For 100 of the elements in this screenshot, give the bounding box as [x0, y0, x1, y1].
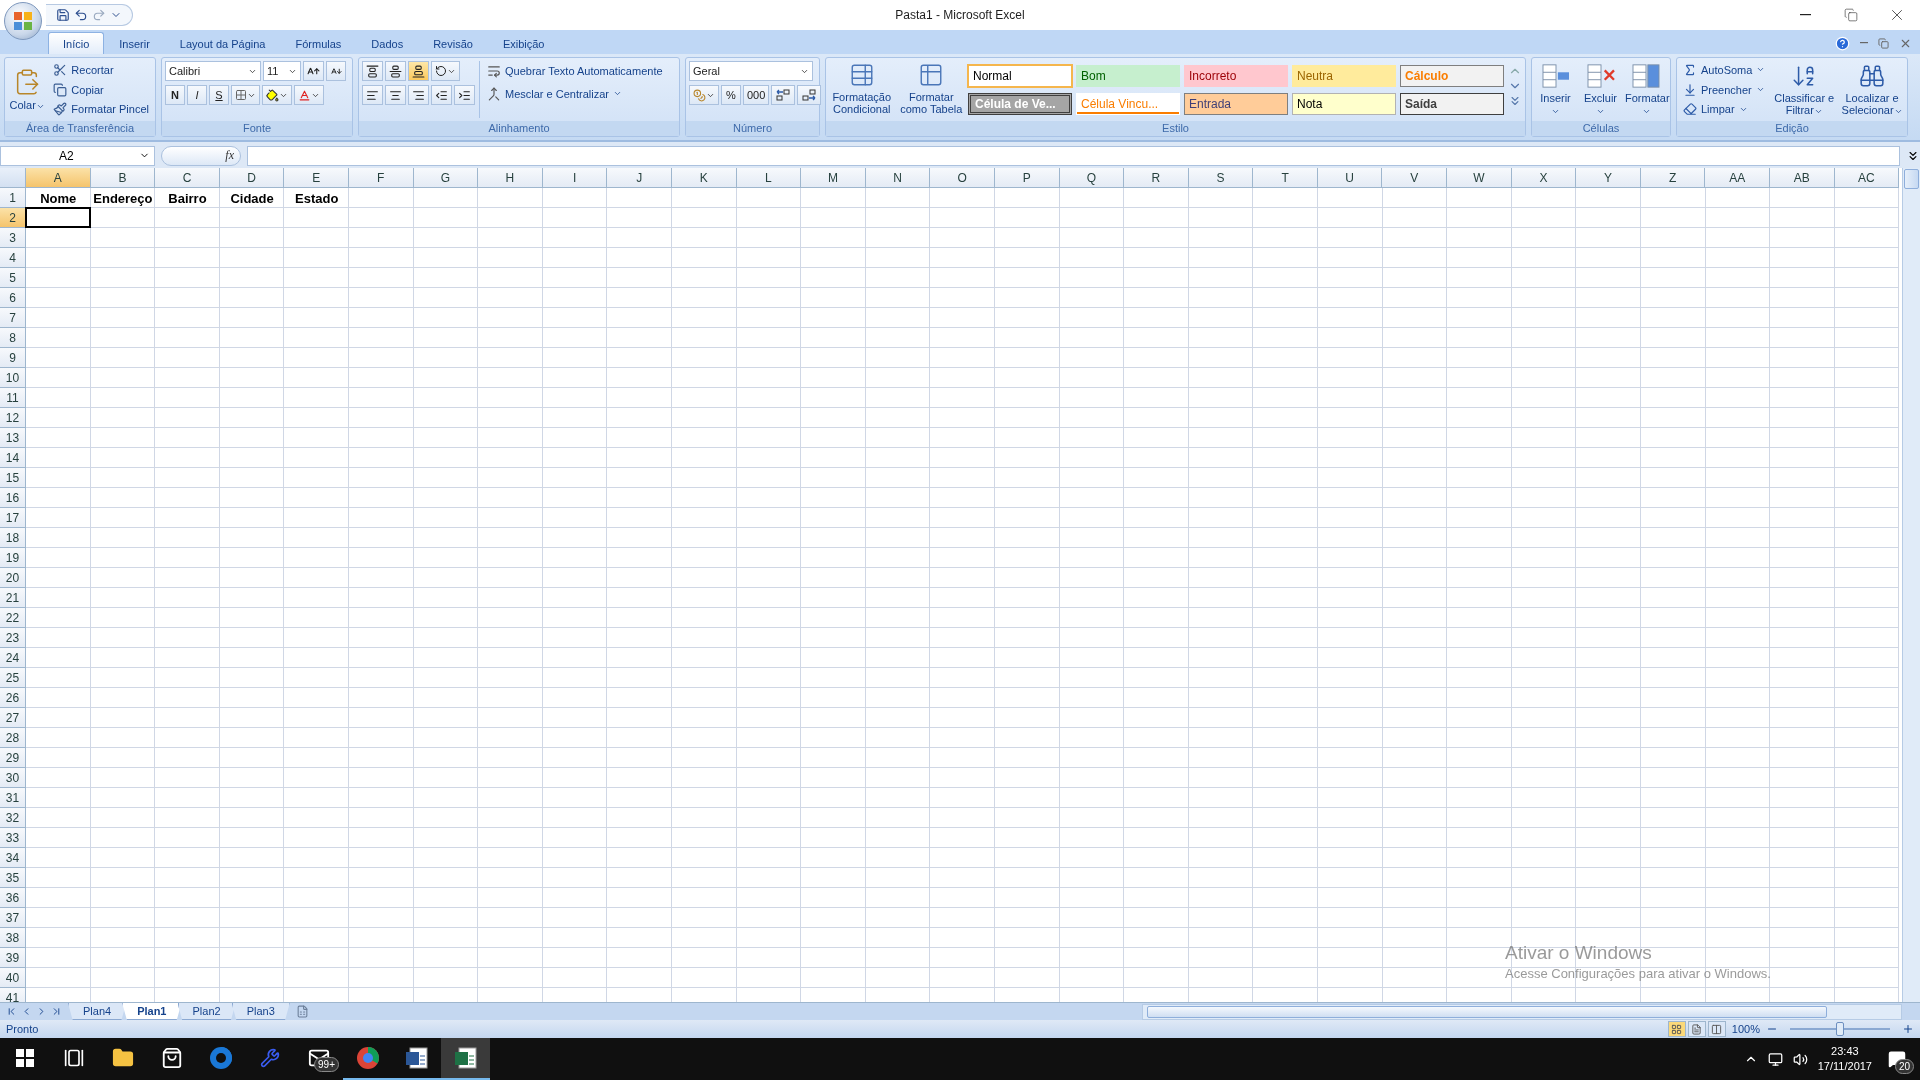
row-header[interactable]: 21: [0, 588, 26, 608]
row-header[interactable]: 32: [0, 808, 26, 828]
font-name-field[interactable]: Calibri: [165, 61, 261, 81]
row-header[interactable]: 31: [0, 788, 26, 808]
row-header[interactable]: 37: [0, 908, 26, 928]
column-header[interactable]: X: [1511, 168, 1577, 188]
column-header[interactable]: U: [1317, 168, 1383, 188]
number-format-field[interactable]: Geral: [689, 61, 813, 81]
cell-style[interactable]: Bom: [1076, 65, 1180, 87]
clipboard-command[interactable]: Formatar Pincel: [50, 100, 152, 118]
row-header[interactable]: 27: [0, 708, 26, 728]
row-header[interactable]: 33: [0, 828, 26, 848]
column-header[interactable]: AA: [1705, 168, 1771, 188]
taskbar-app[interactable]: 99+: [294, 1038, 343, 1080]
column-header[interactable]: C: [155, 168, 220, 188]
row-header[interactable]: 41: [0, 988, 26, 1002]
column-header[interactable]: R: [1124, 168, 1189, 188]
row-header[interactable]: 40: [0, 968, 26, 988]
row-header[interactable]: 15: [0, 468, 26, 488]
row-header[interactable]: 39: [0, 948, 26, 968]
cell-style[interactable]: Entrada: [1184, 93, 1288, 115]
row-header[interactable]: 8: [0, 328, 26, 348]
cell-style[interactable]: Saída: [1400, 93, 1504, 115]
column-header[interactable]: G: [413, 168, 479, 188]
row-header[interactable]: 4: [0, 248, 26, 268]
column-header[interactable]: Z: [1640, 168, 1706, 188]
column-header[interactable]: AB: [1770, 168, 1835, 188]
column-header[interactable]: I: [542, 168, 608, 188]
row-header[interactable]: 9: [0, 348, 26, 368]
editing-command[interactable]: Limpar: [1680, 100, 1769, 118]
row-header[interactable]: 12: [0, 408, 26, 428]
row-header[interactable]: 3: [0, 228, 26, 248]
underline-button[interactable]: S: [209, 85, 229, 105]
editing-command[interactable]: Preencher: [1680, 80, 1769, 99]
cells-command-button[interactable]: Excluir: [1580, 61, 1621, 118]
ribbon-tab[interactable]: Exibição: [487, 32, 560, 54]
column-header[interactable]: L: [736, 168, 802, 188]
italic-button[interactable]: I: [187, 85, 207, 105]
insert-function-button[interactable]: fx: [161, 145, 241, 166]
column-header[interactable]: AC: [1834, 168, 1900, 188]
row-header[interactable]: 11: [0, 388, 26, 408]
row-header[interactable]: 13: [0, 428, 26, 448]
ribbon-tab[interactable]: Início: [48, 32, 105, 54]
row-header[interactable]: 30: [0, 768, 26, 788]
cell-style[interactable]: Incorreto: [1184, 65, 1288, 87]
row-header[interactable]: 17: [0, 508, 26, 528]
row-header[interactable]: 23: [0, 628, 26, 648]
cell-style[interactable]: Neutra: [1292, 65, 1396, 87]
sheet-tab[interactable]: Plan1: [122, 1003, 182, 1020]
cells-command-button[interactable]: Inserir: [1535, 61, 1576, 118]
column-header[interactable]: J: [607, 168, 672, 188]
row-header[interactable]: 35: [0, 868, 26, 888]
name-box[interactable]: A2: [0, 145, 155, 166]
column-header[interactable]: H: [478, 168, 543, 188]
clock[interactable]: 23:43 17/11/2017: [1817, 1044, 1872, 1074]
column-header[interactable]: A: [26, 168, 91, 188]
row-header[interactable]: 29: [0, 748, 26, 768]
row-header[interactable]: 34: [0, 848, 26, 868]
row-header[interactable]: 22: [0, 608, 26, 628]
ribbon-tab[interactable]: Inserir: [104, 32, 165, 54]
column-header[interactable]: O: [930, 168, 995, 188]
column-header[interactable]: W: [1447, 168, 1512, 188]
percent-button[interactable]: %: [721, 85, 741, 105]
thousands-button[interactable]: 000: [743, 85, 770, 105]
row-header[interactable]: 25: [0, 668, 26, 688]
row-header[interactable]: 10: [0, 368, 26, 388]
column-header[interactable]: K: [671, 168, 737, 188]
column-header[interactable]: F: [348, 168, 414, 188]
font-size-field[interactable]: 11: [263, 61, 301, 81]
row-header[interactable]: 14: [0, 448, 26, 468]
row-header[interactable]: 19: [0, 548, 26, 568]
editing-command[interactable]: AutoSoma: [1680, 61, 1769, 79]
row-header[interactable]: 2: [0, 208, 26, 228]
notification-button[interactable]: 20: [1882, 1044, 1912, 1074]
row-header[interactable]: 36: [0, 888, 26, 908]
column-header[interactable]: V: [1382, 168, 1448, 188]
row-header[interactable]: 26: [0, 688, 26, 708]
bold-button[interactable]: N: [165, 85, 185, 105]
merge-center-button[interactable]: Mesclar e Centralizar: [484, 84, 666, 103]
column-header[interactable]: Q: [1059, 168, 1125, 188]
row-header[interactable]: 6: [0, 288, 26, 308]
sheet-tab[interactable]: Plan3: [231, 1003, 290, 1020]
row-header[interactable]: 18: [0, 528, 26, 548]
row-header[interactable]: 16: [0, 488, 26, 508]
row-header[interactable]: 5: [0, 268, 26, 288]
ribbon-tab[interactable]: Dados: [356, 32, 419, 54]
column-header[interactable]: D: [219, 168, 285, 188]
ribbon-tab[interactable]: Fórmulas: [280, 32, 357, 54]
style-command-button[interactable]: Formatar como Tabela: [898, 61, 964, 118]
clipboard-command[interactable]: Recortar: [50, 61, 152, 79]
ribbon-tab[interactable]: Revisão: [418, 32, 488, 54]
column-header[interactable]: S: [1188, 168, 1254, 188]
wrap-text-button[interactable]: Quebrar Texto Automaticamente: [484, 61, 666, 80]
row-header[interactable]: 28: [0, 728, 26, 748]
row-header[interactable]: 1: [0, 188, 26, 208]
column-header[interactable]: N: [865, 168, 931, 188]
clipboard-command[interactable]: Copiar: [50, 80, 152, 99]
column-header[interactable]: T: [1253, 168, 1318, 188]
editing-big-button[interactable]: Classificar e Filtrar: [1772, 61, 1837, 118]
row-header[interactable]: 24: [0, 648, 26, 668]
